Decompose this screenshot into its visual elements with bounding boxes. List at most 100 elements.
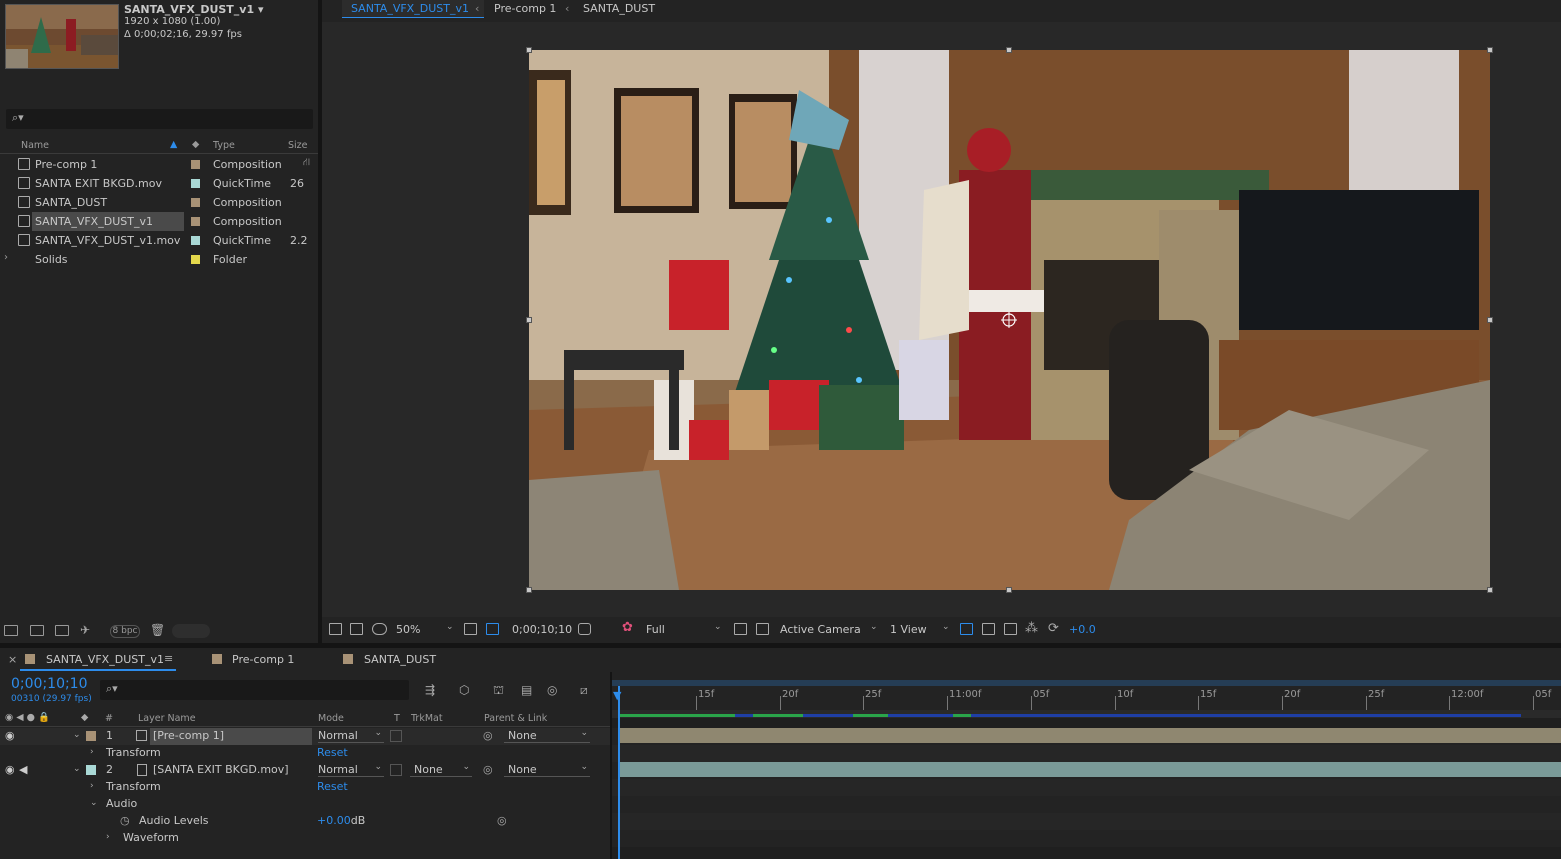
view-layout-dropdown[interactable]: 1 View ⌄ <box>890 621 952 638</box>
tab-santa-dust[interactable]: SANTA_DUST <box>337 648 457 671</box>
shy-layers-icon[interactable]: ⛫ <box>493 683 504 699</box>
label-color-swatch[interactable] <box>86 765 96 775</box>
expand-chevron-icon[interactable]: › <box>4 252 8 263</box>
interpret-footage-icon[interactable] <box>4 625 18 636</box>
blend-mode-dropdown[interactable]: Normal ⌄ <box>318 762 384 777</box>
comp-mini-flowchart-icon[interactable]: ⇶ <box>425 683 435 697</box>
playhead-handle-icon[interactable]: ▼ <box>613 689 625 702</box>
reset-link[interactable]: Reset <box>317 780 348 793</box>
pick-whip-icon[interactable]: ◎ <box>483 729 493 742</box>
motion-blur-icon[interactable]: ◎ <box>547 683 557 697</box>
audio-icon[interactable]: ◀ <box>19 763 27 776</box>
camera-view-dropdown[interactable]: Active Camera ⌄ <box>780 621 880 638</box>
expand-chevron-icon[interactable]: › <box>106 832 110 842</box>
layer-duration-bar[interactable] <box>620 728 1561 743</box>
transparency-grid-icon[interactable] <box>756 623 769 635</box>
close-tab-icon[interactable]: × <box>8 653 17 666</box>
tab-pre-comp-1[interactable]: Pre-comp 1 <box>205 648 325 671</box>
project-item[interactable]: SANTA_DUST Composition <box>0 193 318 212</box>
color-channels-icon[interactable]: ✿ <box>622 620 633 635</box>
vr-icon[interactable] <box>372 623 387 635</box>
panel-menu-icon[interactable]: ≡ <box>164 652 173 665</box>
reset-exposure-icon[interactable]: ⟳ <box>1048 621 1059 636</box>
exposure-value[interactable]: +0.0 <box>1069 623 1096 636</box>
new-folder-icon[interactable] <box>30 625 44 636</box>
transform-handle[interactable] <box>1487 47 1493 53</box>
layer-name-column-header[interactable]: Layer Name <box>138 713 196 724</box>
label-color-swatch[interactable] <box>191 179 200 188</box>
project-item[interactable]: SANTA_VFX_DUST_v1 Composition <box>0 212 318 231</box>
graph-editor-icon[interactable]: ⧄ <box>580 683 588 698</box>
mask-visibility-icon[interactable] <box>486 623 499 635</box>
label-color-swatch[interactable] <box>86 731 96 741</box>
layer-row[interactable]: ◉ ⌄ 1 [Pre-comp 1] Normal ⌄ ◎ None ⌄ <box>0 728 610 745</box>
current-time-display[interactable]: 0;00;10;10 <box>512 623 572 636</box>
composition-viewer[interactable] <box>322 22 1561 617</box>
layer-name[interactable]: [SANTA EXIT BKGD.mov] <box>153 763 289 776</box>
expand-chevron-icon[interactable]: ⌄ <box>73 730 81 740</box>
label-color-swatch[interactable] <box>191 236 200 245</box>
render-queue-icon[interactable]: ✈ <box>80 623 90 637</box>
label-color-swatch[interactable] <box>191 217 200 226</box>
transform-handle[interactable] <box>1006 47 1012 53</box>
breadcrumb-item[interactable]: Pre-comp 1 <box>494 2 556 15</box>
label-color-swatch[interactable] <box>191 255 200 264</box>
blend-mode-dropdown[interactable]: Normal ⌄ <box>318 728 384 743</box>
region-of-interest-icon[interactable] <box>734 623 747 635</box>
audio-levels-value[interactable]: +0.00dB <box>317 814 365 827</box>
snapshot-camera-icon[interactable] <box>578 623 591 635</box>
current-time-indicator[interactable] <box>618 686 620 859</box>
property-group-row[interactable]: › Transform Reset <box>0 779 610 796</box>
resolution-dropdown[interactable]: Full ⌄ <box>646 621 724 638</box>
layer-track[interactable] <box>612 762 1561 779</box>
monitor-icon[interactable] <box>350 623 363 635</box>
project-item[interactable]: SANTA EXIT BKGD.mov QuickTime 26 <box>0 174 318 193</box>
eye-icon[interactable]: ◉ <box>5 729 15 742</box>
timeline-search-input[interactable]: ⌕▾ <box>100 680 409 700</box>
trash-icon[interactable]: 🗑 <box>150 623 165 637</box>
type-column-header[interactable]: Type <box>213 140 235 151</box>
fast-previews-icon[interactable] <box>982 623 995 635</box>
flowchart-icon[interactable]: ⛙ <box>303 157 310 170</box>
transform-handle[interactable] <box>526 317 532 323</box>
draft-3d-icon[interactable]: ⬡ <box>459 683 469 697</box>
layer-duration-bar[interactable] <box>620 762 1561 777</box>
track-matte-dropdown[interactable]: None ⌄ <box>410 762 472 777</box>
layer-track[interactable] <box>612 728 1561 745</box>
always-preview-icon[interactable] <box>329 623 342 635</box>
project-item[interactable]: Pre-comp 1 Composition ⛙ <box>0 155 318 174</box>
breadcrumb-item-active[interactable]: SANTA_VFX_DUST_v1 <box>342 0 484 18</box>
property-group-row[interactable]: › Waveform <box>0 830 610 847</box>
tab-santa-vfx-dust[interactable]: SANTA_VFX_DUST_v1 ≡ <box>20 648 176 671</box>
transform-handle[interactable] <box>1487 587 1493 593</box>
preserve-transparency-toggle[interactable] <box>390 730 402 742</box>
parent-dropdown[interactable]: None ⌄ <box>504 728 590 743</box>
transform-handle[interactable] <box>526 587 532 593</box>
work-area-bar[interactable] <box>612 680 1561 686</box>
label-color-swatch[interactable] <box>191 160 200 169</box>
thumbnail-slider[interactable] <box>172 624 210 638</box>
flowchart-icon[interactable]: ⁂ <box>1025 621 1038 636</box>
property-row[interactable]: ◷ Audio Levels +0.00dB ◎ <box>0 813 610 830</box>
name-column-header[interactable]: Name <box>21 140 49 151</box>
expand-chevron-icon[interactable]: › <box>90 781 94 791</box>
layer-name[interactable]: [Pre-comp 1] <box>153 729 224 742</box>
project-item[interactable]: › Solids Folder <box>0 250 318 269</box>
eye-icon[interactable]: ◉ <box>5 763 15 776</box>
expand-chevron-icon[interactable]: ⌄ <box>73 764 81 774</box>
choose-grid-icon[interactable] <box>464 623 477 635</box>
frame-blending-icon[interactable]: ▤ <box>521 683 532 697</box>
size-column-header[interactable]: Size <box>288 140 308 151</box>
parent-dropdown[interactable]: None ⌄ <box>504 762 590 777</box>
new-composition-icon[interactable] <box>55 625 69 636</box>
layer-row[interactable]: ◉ ◀ ⌄ 2 [SANTA EXIT BKGD.mov] Normal ⌄ No… <box>0 762 610 779</box>
toggle-pixel-aspect-icon[interactable] <box>960 623 973 635</box>
expand-chevron-icon[interactable]: ⌄ <box>90 798 98 808</box>
time-ruler[interactable]: 15f 20f 25f 11:00f 05f 10f 15f 20f 25f 12:00f 05f <box>612 680 1561 710</box>
property-group-row[interactable]: › Transform Reset <box>0 745 610 762</box>
current-time-display[interactable]: 0;00;10;10 <box>11 676 88 692</box>
label-color-swatch[interactable] <box>191 198 200 207</box>
property-group-row[interactable]: ⌄ Audio <box>0 796 610 813</box>
transform-handle[interactable] <box>526 47 532 53</box>
pick-whip-icon[interactable]: ◎ <box>497 814 507 827</box>
